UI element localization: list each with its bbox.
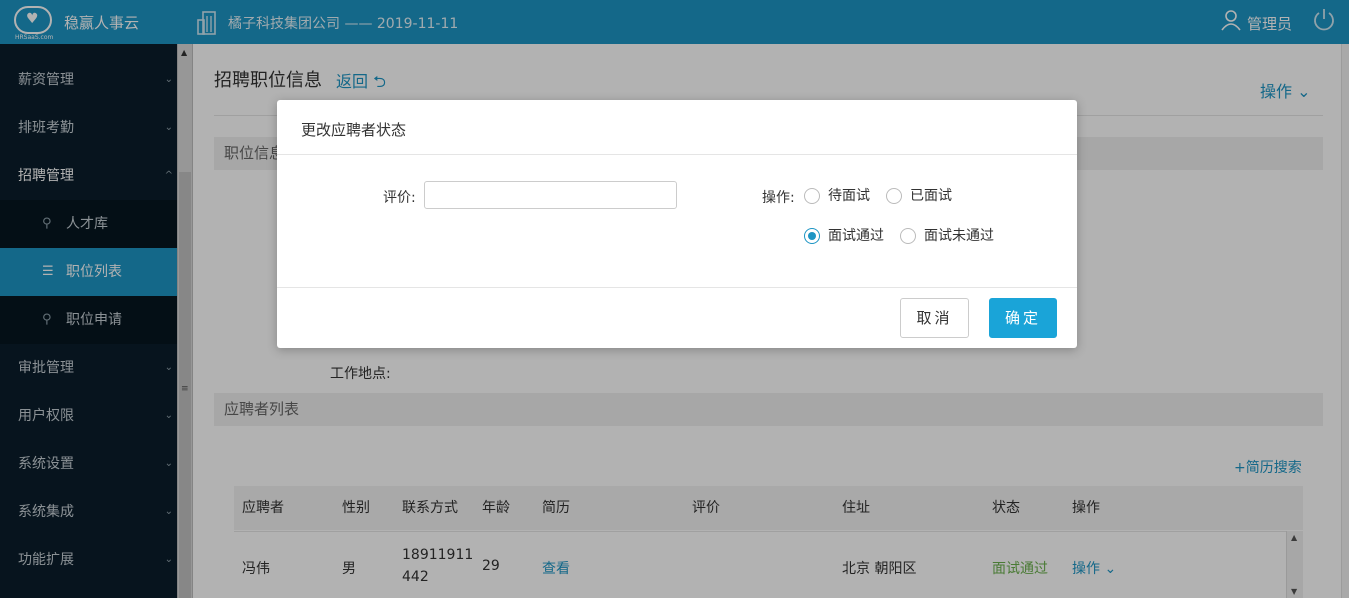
change-status-dialog: 更改应聘者状态 评价: 操作: 待面试 已面试 面试通过 面试未通过 取消 确定 xyxy=(277,100,1077,348)
radio-button-selected[interactable] xyxy=(804,228,820,244)
dialog-title: 更改应聘者状态 xyxy=(301,121,407,139)
radio-button[interactable] xyxy=(804,188,820,204)
confirm-button[interactable]: 确定 xyxy=(989,298,1057,338)
radio-interview-failed[interactable]: 面试未通过 xyxy=(900,226,994,246)
radio-interview-passed[interactable]: 面试通过 xyxy=(804,226,884,246)
evaluation-label: 评价: xyxy=(383,190,416,206)
radio-interviewed[interactable]: 已面试 xyxy=(886,186,952,206)
cancel-button[interactable]: 取消 xyxy=(900,298,969,338)
evaluation-input[interactable] xyxy=(424,181,677,209)
divider xyxy=(277,154,1077,155)
radio-pending-interview[interactable]: 待面试 xyxy=(804,186,870,206)
radio-button[interactable] xyxy=(886,188,902,204)
radio-button[interactable] xyxy=(900,228,916,244)
divider xyxy=(277,287,1077,288)
operation-label: 操作: xyxy=(762,190,795,206)
